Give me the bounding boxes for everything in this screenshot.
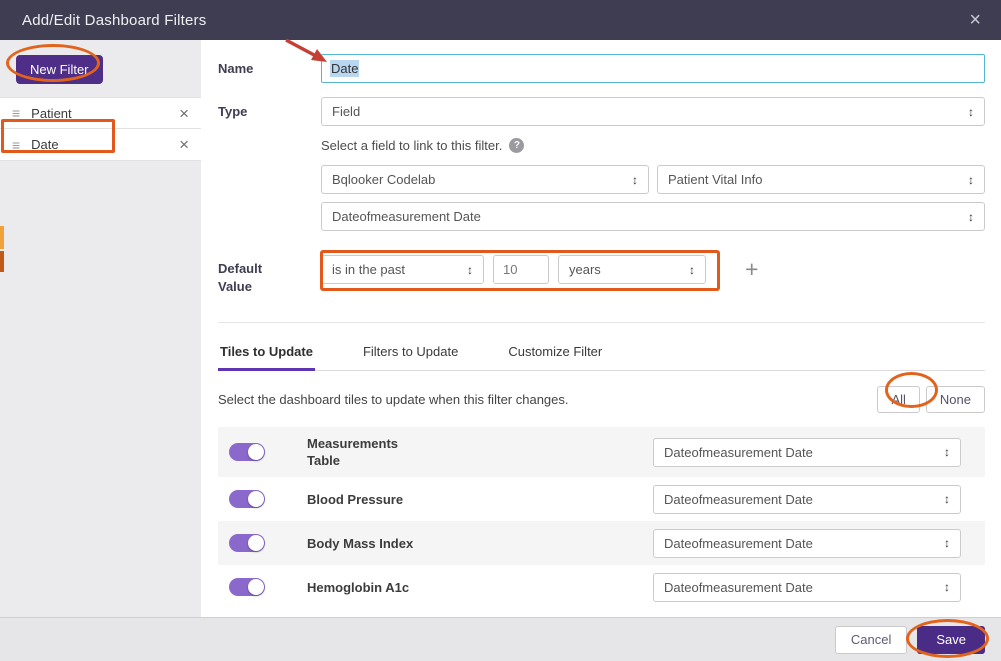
background-fragment: [0, 226, 4, 249]
field-hint-row: Select a field to link to this filter. ?: [321, 138, 985, 153]
model-select-value: Bqlooker Codelab: [332, 172, 435, 187]
default-unit-select[interactable]: years ↕: [558, 255, 706, 284]
name-label: Name: [218, 54, 321, 83]
tile-toggle[interactable]: [229, 490, 265, 508]
toggle-knob-icon: [248, 444, 264, 460]
default-condition-value: is in the past: [332, 262, 405, 277]
default-amount-input[interactable]: 10: [493, 255, 549, 284]
modal-title: Add/Edit Dashboard Filters: [22, 12, 206, 29]
type-row: Type Field ↕: [218, 97, 985, 126]
cancel-button[interactable]: Cancel: [835, 626, 907, 654]
tab-customize-filter[interactable]: Customize Filter: [506, 335, 604, 371]
tile-row-blood-pressure: Blood Pressure Dateofmeasurement Date ↕: [218, 477, 985, 521]
tile-row-body-mass-index: Body Mass Index Dateofmeasurement Date ↕: [218, 521, 985, 565]
default-amount-value: 10: [503, 262, 517, 277]
tile-field-select[interactable]: Dateofmeasurement Date ↕: [653, 438, 961, 467]
remove-filter-icon[interactable]: ×: [179, 105, 189, 122]
filters-sidebar: New Filter ≡ Patient × ≡ Date ×: [0, 40, 201, 617]
tiles-description: Select the dashboard tiles to update whe…: [218, 392, 569, 407]
type-select-value: Field: [332, 104, 360, 119]
field-select-value: Dateofmeasurement Date: [332, 209, 481, 224]
tile-field-select[interactable]: Dateofmeasurement Date ↕: [653, 529, 961, 558]
tile-name: Blood Pressure: [307, 491, 637, 509]
updown-caret-icon: ↕: [681, 263, 695, 277]
tile-toggle[interactable]: [229, 443, 265, 461]
help-icon[interactable]: ?: [509, 138, 524, 153]
sidebar-item-date[interactable]: ≡ Date ×: [0, 129, 201, 161]
tiles-list: Measurements Table Dateofmeasurement Dat…: [218, 427, 985, 609]
toggle-knob-icon: [248, 579, 264, 595]
field-select[interactable]: Dateofmeasurement Date ↕: [321, 202, 985, 231]
filter-tabs: Tiles to Update Filters to Update Custom…: [218, 323, 985, 371]
tile-name: Measurements Table: [307, 435, 417, 470]
filter-item-label: Date: [31, 137, 58, 152]
modal-header: Add/Edit Dashboard Filters ×: [0, 0, 1001, 40]
name-row: Name Date: [218, 54, 985, 83]
default-value-group: is in the past ↕ 10 years ↕ +: [321, 253, 985, 286]
tile-name: Hemoglobin A1c: [307, 579, 637, 597]
tiles-description-row: Select the dashboard tiles to update whe…: [218, 386, 985, 413]
add-edit-dashboard-filters-modal: Add/Edit Dashboard Filters × New Filter …: [0, 0, 1001, 661]
explore-select[interactable]: Patient Vital Info ↕: [657, 165, 985, 194]
modal-footer: Cancel Save: [0, 617, 1001, 661]
tab-filters-to-update[interactable]: Filters to Update: [361, 335, 460, 371]
tile-toggle[interactable]: [229, 578, 265, 596]
background-fragment: [0, 251, 4, 272]
tile-name: Body Mass Index: [307, 535, 637, 553]
filter-editor-panel: Name Date Type Field ↕ Select a field to…: [201, 40, 1001, 617]
default-value-row: Default Value is in the past ↕ 10 years …: [218, 253, 985, 296]
tile-field-select[interactable]: Dateofmeasurement Date ↕: [653, 485, 961, 514]
tile-row-hemoglobin-a1c: Hemoglobin A1c Dateofmeasurement Date ↕: [218, 565, 985, 609]
type-select[interactable]: Field ↕: [321, 97, 985, 126]
default-condition-select[interactable]: is in the past ↕: [321, 255, 484, 284]
add-default-value-button[interactable]: +: [745, 258, 758, 281]
close-icon[interactable]: ×: [969, 10, 981, 30]
updown-caret-icon: ↕: [960, 105, 974, 119]
toggle-knob-icon: [248, 491, 264, 507]
updown-caret-icon: ↕: [936, 492, 950, 506]
tile-field-value: Dateofmeasurement Date: [664, 492, 813, 507]
tile-field-value: Dateofmeasurement Date: [664, 445, 813, 460]
field-hint-text: Select a field to link to this filter.: [321, 138, 502, 153]
new-filter-button[interactable]: New Filter: [16, 55, 103, 84]
drag-handle-icon[interactable]: ≡: [12, 105, 20, 121]
updown-caret-icon: ↕: [960, 173, 974, 187]
select-all-button[interactable]: All: [877, 386, 919, 413]
toggle-knob-icon: [248, 535, 264, 551]
explore-select-value: Patient Vital Info: [668, 172, 762, 187]
updown-caret-icon: ↕: [936, 536, 950, 550]
sidebar-item-patient[interactable]: ≡ Patient ×: [0, 97, 201, 129]
default-unit-value: years: [569, 262, 601, 277]
drag-handle-icon[interactable]: ≡: [12, 137, 20, 153]
updown-caret-icon: ↕: [459, 263, 473, 277]
updown-caret-icon: ↕: [936, 580, 950, 594]
model-select[interactable]: Bqlooker Codelab ↕: [321, 165, 649, 194]
field-link-rows: Bqlooker Codelab ↕ Patient Vital Info ↕ …: [218, 165, 985, 231]
type-label: Type: [218, 97, 321, 126]
default-value-label: Default Value: [218, 253, 321, 296]
updown-caret-icon: ↕: [624, 173, 638, 187]
select-none-button[interactable]: None: [926, 386, 985, 413]
remove-filter-icon[interactable]: ×: [179, 136, 189, 153]
tile-toggle[interactable]: [229, 534, 265, 552]
tile-field-select[interactable]: Dateofmeasurement Date ↕: [653, 573, 961, 602]
tile-row-measurements-table: Measurements Table Dateofmeasurement Dat…: [218, 427, 985, 477]
filter-item-label: Patient: [31, 106, 71, 121]
tab-tiles-to-update[interactable]: Tiles to Update: [218, 335, 315, 371]
name-input[interactable]: Date: [321, 54, 985, 83]
save-button[interactable]: Save: [917, 626, 985, 654]
tile-field-value: Dateofmeasurement Date: [664, 580, 813, 595]
updown-caret-icon: ↕: [936, 445, 950, 459]
name-input-value: Date: [330, 60, 359, 77]
tile-field-value: Dateofmeasurement Date: [664, 536, 813, 551]
updown-caret-icon: ↕: [960, 210, 974, 224]
